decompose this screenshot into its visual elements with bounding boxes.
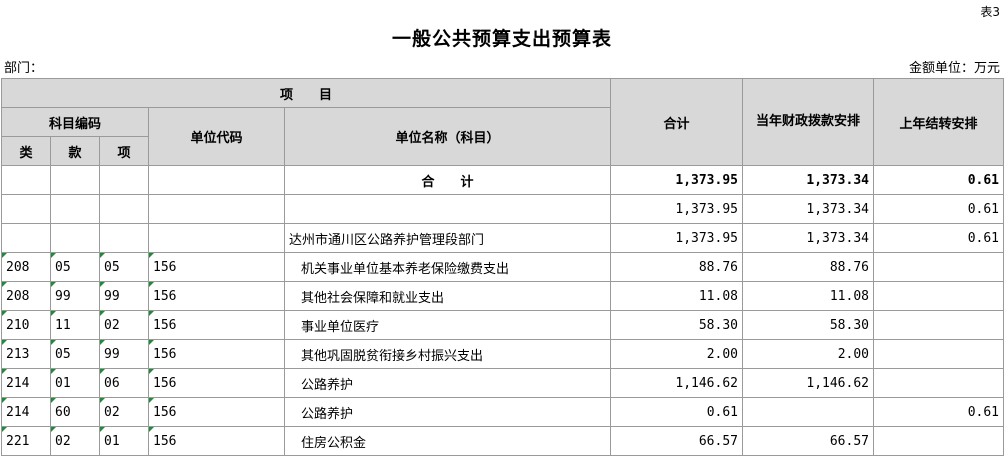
cell-current: 88.76 bbox=[742, 252, 874, 282]
cell-name: 公路养护 bbox=[284, 368, 611, 398]
cell-unit-code: 156 bbox=[148, 368, 285, 398]
summary-last: 0.61 bbox=[873, 194, 1004, 224]
cell-kuan: 05 bbox=[50, 339, 100, 369]
header-item: 项 目 bbox=[1, 78, 611, 108]
cell-current bbox=[742, 397, 874, 427]
summary-total: 1,373.95 bbox=[610, 223, 743, 253]
cell-lei: 208 bbox=[1, 252, 51, 282]
summary-current: 1,373.34 bbox=[742, 194, 874, 224]
table-row: 214 01 06 156 公路养护 1,146.62 1,146.62 bbox=[1, 368, 1004, 398]
cell-xiang: 05 bbox=[99, 252, 149, 282]
summary-row-total: 合 计 1,373.95 1,373.34 0.61 bbox=[1, 165, 1004, 195]
cell-last bbox=[873, 368, 1004, 398]
header-subject-code: 科目编码 bbox=[1, 107, 149, 137]
cell-kuan: 05 bbox=[50, 252, 100, 282]
cell-xiang: 06 bbox=[99, 368, 149, 398]
summary-row-department: 达州市通川区公路养护管理段部门 1,373.95 1,373.34 0.61 bbox=[1, 223, 1004, 253]
summary-name bbox=[284, 194, 611, 224]
cell-lei: 221 bbox=[1, 426, 51, 456]
cell-total: 0.61 bbox=[610, 397, 743, 427]
cell-name: 住房公积金 bbox=[284, 426, 611, 456]
table-row: 221 02 01 156 住房公积金 66.57 66.57 bbox=[1, 426, 1004, 456]
table-row: 208 99 99 156 其他社会保障和就业支出 11.08 11.08 bbox=[1, 281, 1004, 311]
cell-total: 11.08 bbox=[610, 281, 743, 311]
cell-unit-code: 156 bbox=[148, 281, 285, 311]
cell-lei: 214 bbox=[1, 368, 51, 398]
cell-total: 66.57 bbox=[610, 426, 743, 456]
cell-last bbox=[873, 339, 1004, 369]
cell-last bbox=[873, 310, 1004, 340]
summary-name: 合 计 bbox=[284, 165, 611, 195]
cell-last: 0.61 bbox=[873, 397, 1004, 427]
cell-lei: 210 bbox=[1, 310, 51, 340]
summary-row: 1,373.95 1,373.34 0.61 bbox=[1, 194, 1004, 224]
cell-name: 机关事业单位基本养老保险缴费支出 bbox=[284, 252, 611, 282]
header-lei: 类 bbox=[1, 136, 51, 166]
cell-current: 58.30 bbox=[742, 310, 874, 340]
summary-last: 0.61 bbox=[873, 165, 1004, 195]
cell-kuan: 99 bbox=[50, 281, 100, 311]
summary-total: 1,373.95 bbox=[610, 165, 743, 195]
header-unit-code: 单位代码 bbox=[148, 107, 285, 166]
cell-lei: 214 bbox=[1, 397, 51, 427]
cell-name: 公路养护 bbox=[284, 397, 611, 427]
department-label: 部门： bbox=[4, 61, 44, 76]
table-row: 210 11 02 156 事业单位医疗 58.30 58.30 bbox=[1, 310, 1004, 340]
cell-xiang: 01 bbox=[99, 426, 149, 456]
table-number-tag: 表3 bbox=[980, 5, 1000, 19]
cell-total: 88.76 bbox=[610, 252, 743, 282]
cell-current: 66.57 bbox=[742, 426, 874, 456]
page-title: 一般公共预算支出预算表 bbox=[391, 28, 612, 50]
cell-xiang: 99 bbox=[99, 281, 149, 311]
cell-lei: 213 bbox=[1, 339, 51, 369]
summary-current: 1,373.34 bbox=[742, 223, 874, 253]
cell-kuan: 01 bbox=[50, 368, 100, 398]
cell-last bbox=[873, 252, 1004, 282]
department-name: 达州市通川区公路养护管理段部门 bbox=[284, 223, 611, 253]
header-total: 合计 bbox=[610, 78, 743, 166]
amount-unit-label: 金额单位：万元 bbox=[908, 61, 1000, 76]
table-row: 208 05 05 156 机关事业单位基本养老保险缴费支出 88.76 88.… bbox=[1, 252, 1004, 282]
cell-name: 事业单位医疗 bbox=[284, 310, 611, 340]
header-xiang: 项 bbox=[99, 136, 149, 166]
cell-xiang: 99 bbox=[99, 339, 149, 369]
cell-current: 11.08 bbox=[742, 281, 874, 311]
cell-xiang: 02 bbox=[99, 397, 149, 427]
cell-current: 2.00 bbox=[742, 339, 874, 369]
cell-unit-code: 156 bbox=[148, 310, 285, 340]
cell-kuan: 11 bbox=[50, 310, 100, 340]
header-current-year: 当年财政拨款安排 bbox=[742, 78, 874, 166]
header-unit-name: 单位名称（科目） bbox=[284, 107, 611, 166]
cell-name: 其他巩固脱贫衔接乡村振兴支出 bbox=[284, 339, 611, 369]
cell-total: 2.00 bbox=[610, 339, 743, 369]
cell-kuan: 60 bbox=[50, 397, 100, 427]
cell-unit-code: 156 bbox=[148, 426, 285, 456]
header-last-year: 上年结转安排 bbox=[873, 78, 1004, 166]
cell-last bbox=[873, 426, 1004, 456]
header-kuan: 款 bbox=[50, 136, 100, 166]
cell-total: 1,146.62 bbox=[610, 368, 743, 398]
summary-total: 1,373.95 bbox=[610, 194, 743, 224]
cell-name: 其他社会保障和就业支出 bbox=[284, 281, 611, 311]
cell-lei: 208 bbox=[1, 281, 51, 311]
cell-kuan: 02 bbox=[50, 426, 100, 456]
cell-xiang: 02 bbox=[99, 310, 149, 340]
summary-last: 0.61 bbox=[873, 223, 1004, 253]
table-row: 213 05 99 156 其他巩固脱贫衔接乡村振兴支出 2.00 2.00 bbox=[1, 339, 1004, 369]
cell-total: 58.30 bbox=[610, 310, 743, 340]
cell-current: 1,146.62 bbox=[742, 368, 874, 398]
table-row: 214 60 02 156 公路养护 0.61 0.61 bbox=[1, 397, 1004, 427]
cell-unit-code: 156 bbox=[148, 252, 285, 282]
cell-unit-code: 156 bbox=[148, 397, 285, 427]
cell-last bbox=[873, 281, 1004, 311]
summary-current: 1,373.34 bbox=[742, 165, 874, 195]
budget-table: 项 目 合计 当年财政拨款安排 上年结转安排 科目编码 单位代码 单位名称（科目… bbox=[1, 78, 1004, 456]
cell-unit-code: 156 bbox=[148, 339, 285, 369]
